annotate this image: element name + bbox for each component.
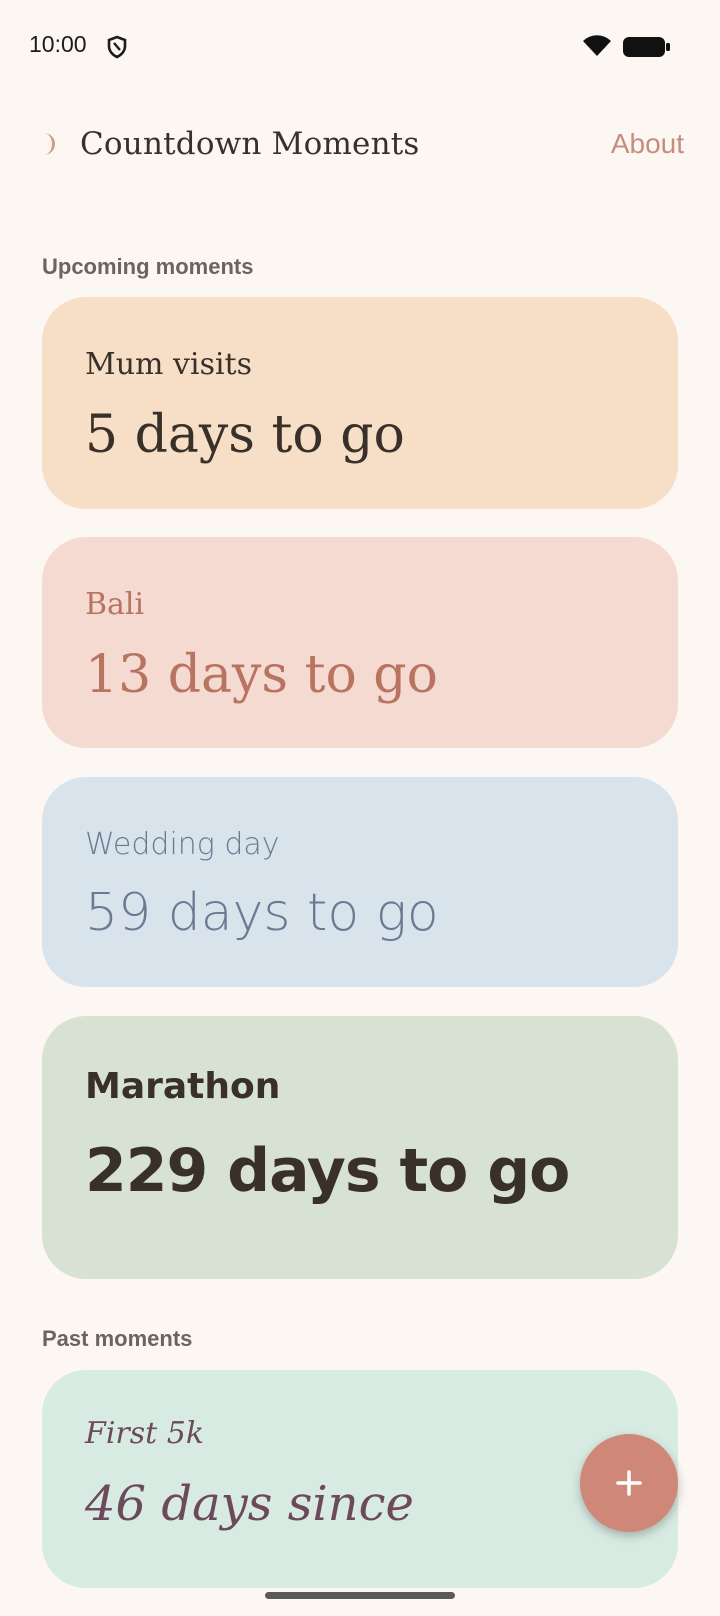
moment-countdown: 59 days to go	[85, 883, 439, 943]
moment-name: First 5k	[85, 1416, 205, 1451]
moment-name: Marathon	[85, 1066, 281, 1107]
moment-countdown: 46 days since	[85, 1476, 414, 1532]
app-title: Countdown Moments	[80, 126, 420, 162]
moment-name: Wedding day	[85, 827, 280, 862]
crescent-moon-icon	[44, 133, 55, 155]
about-button[interactable]: About	[611, 128, 684, 160]
moment-card-mum-visits[interactable]: Mum visits 5 days to go	[42, 297, 678, 509]
shield-icon	[107, 35, 127, 59]
moment-countdown: 229 days to go	[85, 1136, 570, 1206]
status-bar: 10:00	[0, 0, 720, 94]
section-past-label: Past moments	[42, 1326, 193, 1351]
status-time: 10:00	[29, 31, 87, 57]
moment-card-bali[interactable]: Bali 13 days to go	[42, 537, 678, 748]
add-moment-button[interactable]	[580, 1434, 678, 1532]
moment-countdown: 5 days to go	[85, 405, 405, 465]
plus-icon	[616, 1470, 642, 1496]
battery-icon	[623, 37, 670, 57]
app-header: Countdown Moments About	[0, 118, 720, 188]
moment-name: Bali	[85, 587, 145, 622]
moment-countdown: 13 days to go	[85, 645, 438, 705]
moment-card-wedding-day[interactable]: Wedding day 59 days to go	[42, 777, 678, 987]
moment-name: Mum visits	[85, 347, 253, 382]
wifi-icon	[583, 35, 611, 56]
moment-card-marathon[interactable]: Marathon 229 days to go	[42, 1016, 678, 1279]
section-upcoming-label: Upcoming moments	[42, 254, 254, 279]
home-indicator[interactable]	[265, 1592, 455, 1599]
